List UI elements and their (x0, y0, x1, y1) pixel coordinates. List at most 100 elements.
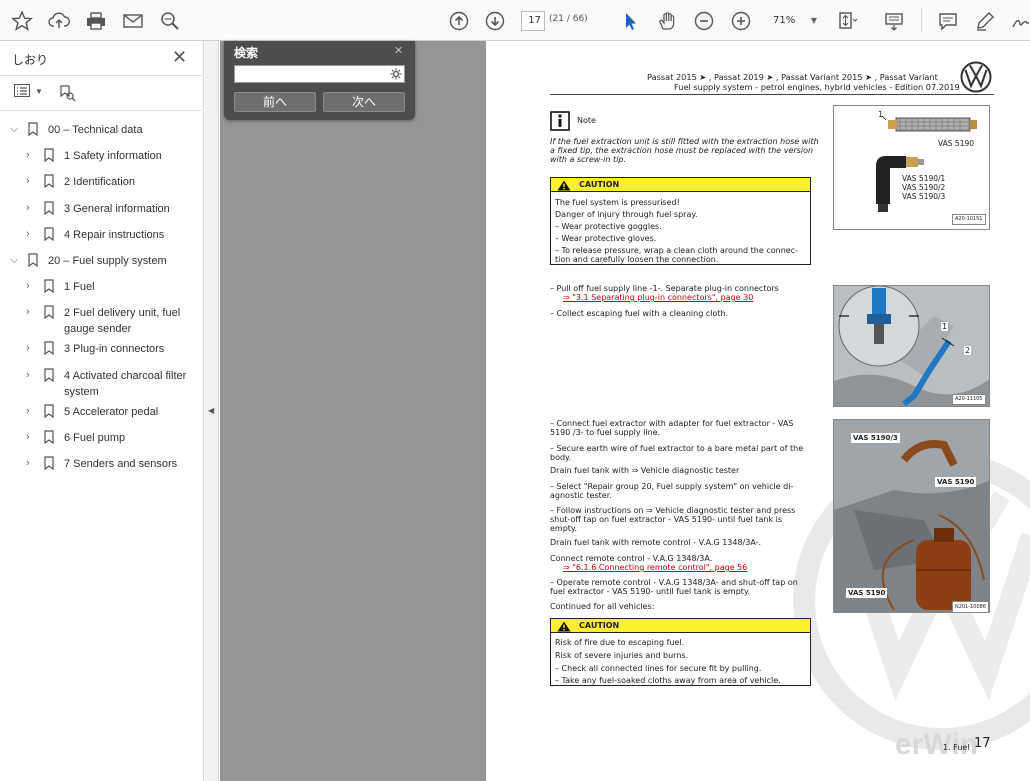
bookmark-icon (44, 227, 54, 241)
bookmark-label: 3 General information (64, 202, 170, 215)
section-heading: Drain fuel tank with ⇒ Vehicle diagnosti… (550, 466, 740, 475)
select-cursor-icon[interactable] (617, 8, 643, 34)
bookmark-icon (44, 305, 54, 320)
header-rule (550, 94, 994, 95)
bookmark-star-icon[interactable] (9, 8, 35, 34)
bookmark-item[interactable]: › 1 Safety information (0, 147, 200, 165)
highlight-pen-icon[interactable] (972, 8, 998, 34)
bookmark-label: 4 Repair instructions (64, 228, 165, 241)
chevron-down-icon: ▼ (810, 16, 817, 25)
close-icon[interactable]: ✕ (172, 48, 187, 66)
note-text-line: a fixed tip, the extraction hose must be… (550, 146, 814, 155)
tool-label: VAS 5190/2 (902, 183, 946, 192)
bookmark-item[interactable]: › 3 Plug-in connectors (0, 340, 200, 358)
bookmark-icon (44, 341, 54, 356)
chevron-right-icon[interactable]: › (26, 228, 36, 240)
tool-label: VAS 5190/1 (902, 174, 946, 183)
caution-header: CAUTION (551, 619, 810, 633)
bookmark-label: 5 Accelerator pedal (64, 405, 159, 418)
warning-triangle-icon (557, 180, 571, 191)
bookmark-label: 7 Senders and sensors (64, 458, 178, 470)
zoom-out-icon[interactable] (691, 8, 717, 34)
page-up-icon[interactable] (446, 8, 472, 34)
chevron-right-icon[interactable]: › (26, 431, 36, 443)
fit-page-icon[interactable] (834, 8, 860, 34)
caution-line: tion and carefully loosen the connection… (555, 255, 719, 264)
caution-box: CAUTION Risk of fire due to escaping fue… (550, 618, 811, 686)
chevron-down-icon[interactable]: ⌵ (10, 254, 20, 267)
find-bookmark-button[interactable] (58, 84, 76, 102)
bookmark-item[interactable]: › 2 Identification (0, 173, 200, 191)
caution-line: – To release pressure, wrap a clean clot… (555, 246, 798, 255)
bookmark-label: 2 Identification (64, 176, 135, 189)
keyboard-tool-icon[interactable] (881, 8, 907, 34)
chevron-right-icon[interactable]: › (26, 175, 36, 187)
bookmarks-panel: しおり ✕ ▼ ⌵ 00 – Technical data › 1 Safety in… (0, 41, 204, 781)
bookmark-search-icon (60, 85, 76, 102)
link-separating-connectors[interactable]: ⇒ "3.1 Separating plug-in connectors", p… (563, 293, 753, 302)
instruction-line: empty. (550, 524, 578, 533)
bookmark-item[interactable]: › 3 General information (0, 200, 200, 218)
zoom-search-icon[interactable] (157, 8, 183, 34)
chevron-right-icon[interactable]: › (26, 369, 36, 381)
bookmark-item[interactable]: ⌵ 20 – Fuel supply system (0, 252, 200, 270)
bookmark-icon (44, 148, 54, 163)
panel-splitter[interactable]: ◀ (205, 41, 219, 781)
zoom-in-icon[interactable] (728, 8, 754, 34)
search-input[interactable] (234, 65, 405, 83)
comment-icon[interactable] (935, 8, 961, 34)
bookmark-item[interactable]: › 5 Accelerator pedal (0, 403, 200, 421)
chevron-right-icon[interactable]: › (26, 280, 36, 292)
callout-number: 2 (964, 346, 972, 355)
sign-tool-icon[interactable] (1008, 8, 1030, 34)
tool-label: VAS 5190/3 (851, 433, 900, 443)
link-connecting-remote-control[interactable]: ⇒ "6.1.6 Connecting remote control", pag… (563, 563, 747, 572)
instruction-line: body. (550, 453, 572, 462)
zoom-level-dropdown[interactable]: 71% ▼ (763, 11, 821, 31)
bookmark-item[interactable]: ⌵ 00 – Technical data (0, 121, 200, 139)
collapse-arrow-icon[interactable]: ◀ (208, 406, 214, 415)
bookmark-item[interactable]: › 1 Fuel (0, 278, 200, 296)
page-number-input[interactable]: 17 (521, 11, 545, 31)
bookmark-icon (44, 279, 54, 294)
main-toolbar: 17 (21 / 66) 71% ▼ (0, 0, 1030, 41)
warning-triangle-icon (557, 621, 571, 632)
bookmark-item[interactable]: › 2 Fuel delivery unit, fuel gauge sender (0, 304, 200, 338)
next-result-button[interactable]: 次へ (323, 92, 405, 112)
chevron-right-icon[interactable]: › (26, 457, 36, 469)
bookmark-label: 1 Safety information (64, 150, 162, 163)
bookmark-icon (44, 367, 54, 382)
bookmark-icon (44, 403, 54, 418)
caution-title: CAUTION (579, 180, 620, 189)
bookmark-label: 20 – Fuel supply system (48, 255, 167, 267)
chevron-down-icon[interactable]: ⌵ (10, 123, 20, 136)
close-icon[interactable]: ✕ (394, 44, 403, 57)
email-icon[interactable] (120, 8, 146, 34)
bookmark-item[interactable]: › 7 Senders and sensors (0, 455, 200, 473)
bookmark-item[interactable]: › 4 Repair instructions (0, 226, 200, 244)
print-icon[interactable] (83, 8, 109, 34)
vw-logo-icon (960, 61, 992, 93)
bookmark-icon (28, 122, 38, 136)
bookmark-item[interactable]: › 4 Activated charcoal filter system (0, 367, 200, 401)
gear-icon[interactable] (390, 68, 402, 80)
chevron-right-icon[interactable]: › (26, 405, 36, 417)
upload-cloud-icon[interactable] (46, 8, 72, 34)
previous-result-button[interactable]: 前へ (234, 92, 316, 112)
chevron-right-icon[interactable]: › (26, 306, 36, 318)
page-down-icon[interactable] (482, 8, 508, 34)
footer-page-number: 17 (974, 736, 991, 751)
options-menu-button[interactable]: ▼ (14, 84, 43, 98)
figure-fuel-line: 1 2 A20-11105 (833, 285, 990, 407)
chevron-right-icon[interactable]: › (26, 202, 36, 214)
bookmark-item[interactable]: › 6 Fuel pump (0, 429, 200, 447)
instruction-line: agnostic tester. (550, 491, 612, 500)
bookmark-label: 4 Activated charcoal filter system (64, 369, 187, 398)
figure-code: N201-10086 (952, 601, 989, 612)
chevron-right-icon[interactable]: › (26, 342, 36, 354)
toolbar-divider (921, 8, 922, 32)
hand-tool-icon[interactable] (654, 8, 680, 34)
chevron-right-icon[interactable]: › (26, 149, 36, 161)
figure-code: A20-10151 (952, 214, 986, 225)
caution-line: Danger of injury through fuel spray. (555, 210, 698, 219)
